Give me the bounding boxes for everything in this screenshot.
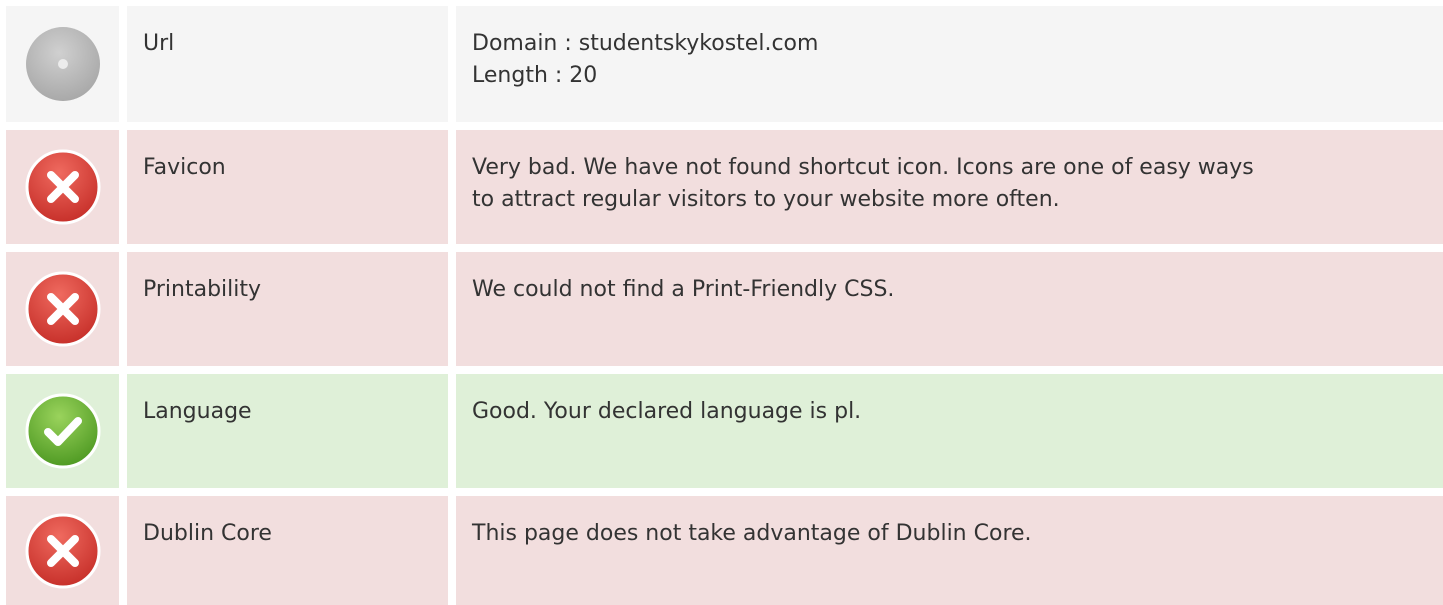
value-line: Very bad. We have not found shortcut ico… [472, 155, 1254, 180]
error-icon [25, 271, 100, 347]
report-row-url: Url Domain : studentskykostel.com Length… [6, 6, 1443, 122]
row-label: Printability [127, 252, 448, 366]
status-cell [6, 130, 119, 244]
status-cell [6, 374, 119, 488]
row-label: Dublin Core [127, 496, 448, 605]
status-cell [6, 252, 119, 366]
url-length: Length : 20 [472, 63, 598, 88]
row-label: Favicon [127, 130, 448, 244]
report-row-favicon: Favicon Very bad. We have not found shor… [6, 130, 1443, 244]
row-value: This page does not take advantage of Dub… [456, 496, 1443, 605]
value-line: Good. Your declared language is pl. [472, 399, 862, 424]
report-row-printability: Printability We could not find a Print-F… [6, 252, 1443, 366]
row-label: Url [127, 6, 448, 122]
value-line: This page does not take advantage of Dub… [472, 521, 1032, 546]
row-value: Domain : studentskykostel.com Length : 2… [456, 6, 1443, 122]
status-cell [6, 496, 119, 605]
url-domain: Domain : studentskykostel.com [472, 31, 819, 56]
report-row-dublin-core: Dublin Core This page does not take adva… [6, 496, 1443, 605]
value-line: We could not find a Print-Friendly CSS. [472, 277, 895, 302]
row-value: We could not find a Print-Friendly CSS. [456, 252, 1443, 366]
neutral-circle-icon [25, 27, 100, 101]
status-cell [6, 6, 119, 122]
row-label: Language [127, 374, 448, 488]
row-value: Good. Your declared language is pl. [456, 374, 1443, 488]
error-icon [25, 149, 100, 225]
row-value: Very bad. We have not found shortcut ico… [456, 130, 1443, 244]
report-row-language: Language Good. Your declared language is… [6, 374, 1443, 488]
seo-report-table: Url Domain : studentskykostel.com Length… [0, 0, 1443, 605]
error-icon [25, 513, 100, 588]
check-icon [25, 393, 100, 469]
value-line: to attract regular visitors to your webs… [472, 187, 1060, 212]
